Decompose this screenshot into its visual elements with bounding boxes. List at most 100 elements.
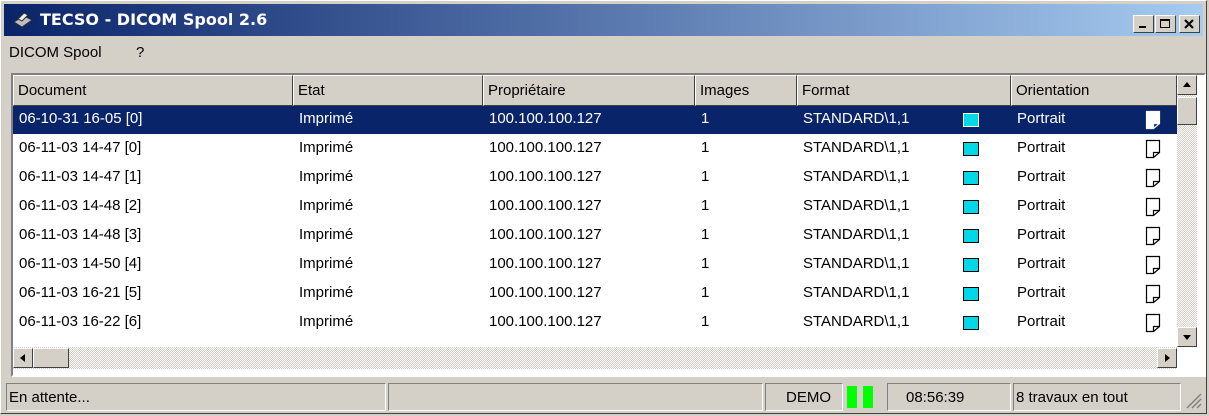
scroll-down-button[interactable] xyxy=(1177,327,1197,347)
cell-orientation: Portrait xyxy=(1017,255,1066,272)
cell-proprietaire: 100.100.100.127 xyxy=(489,226,602,243)
menu-help[interactable]: ? xyxy=(136,44,144,61)
format-color-swatch xyxy=(963,113,979,127)
cell-document: 06-11-03 14-50 [4] xyxy=(19,255,142,272)
scroll-left-button[interactable] xyxy=(13,348,33,368)
cell-orientation: Portrait xyxy=(1017,197,1066,214)
cell-format: STANDARD\1,1 xyxy=(803,255,910,272)
cell-etat: Imprimé xyxy=(299,139,354,156)
table-row[interactable]: 06-11-03 14-48 [2] Imprimé 100.100.100.127… xyxy=(13,193,1177,221)
title-bar[interactable]: TECSO - DICOM Spool 2.6 xyxy=(4,4,1203,36)
portrait-page-icon xyxy=(1145,197,1161,217)
cell-format: STANDARD\1,1 xyxy=(803,226,910,243)
status-mode: DEMO xyxy=(765,383,843,411)
cell-images: 1 xyxy=(701,313,710,330)
cell-document: 06-11-03 14-48 [2] xyxy=(19,197,142,214)
status-time: 08:56:39 xyxy=(887,383,1011,411)
cell-format: STANDARD\1,1 xyxy=(803,284,910,301)
format-color-swatch xyxy=(963,171,979,185)
minimize-button[interactable] xyxy=(1133,15,1154,33)
cell-orientation: Portrait xyxy=(1017,226,1066,243)
cell-proprietaire: 100.100.100.127 xyxy=(489,139,602,156)
menu-dicom-spool[interactable]: DICOM Spool xyxy=(9,44,102,61)
table-row[interactable]: 06-11-03 14-47 [1] Imprimé 100.100.100.127… xyxy=(13,164,1177,192)
cell-format: STANDARD\1,1 xyxy=(803,197,910,214)
cell-proprietaire: 100.100.100.127 xyxy=(489,284,602,301)
status-empty-panel xyxy=(388,383,763,411)
portrait-page-icon xyxy=(1145,110,1161,130)
close-button[interactable] xyxy=(1179,15,1200,33)
format-color-swatch xyxy=(963,229,979,243)
cell-images: 1 xyxy=(701,139,710,156)
cell-etat: Imprimé xyxy=(299,226,354,243)
cell-images: 1 xyxy=(701,284,710,301)
portrait-page-icon xyxy=(1145,284,1161,304)
format-color-swatch xyxy=(963,316,979,330)
portrait-page-icon xyxy=(1145,139,1161,159)
table-row[interactable]: 06-10-31 16-05 [0] Imprimé 100.100.100.127… xyxy=(13,106,1177,134)
cell-document: 06-11-03 16-22 [6] xyxy=(19,313,142,330)
vertical-scrollbar[interactable] xyxy=(1177,75,1197,347)
column-header-images[interactable]: Images xyxy=(695,75,797,106)
portrait-page-icon xyxy=(1145,313,1161,333)
column-header-etat[interactable]: Etat xyxy=(293,75,483,106)
table-row[interactable]: 06-11-03 14-48 [3] Imprimé 100.100.100.127… xyxy=(13,222,1177,250)
status-message: En attente... xyxy=(6,383,386,411)
cell-proprietaire: 100.100.100.127 xyxy=(489,168,602,185)
maximize-button[interactable] xyxy=(1155,15,1176,33)
list-header: Document Etat Propriétaire Images Format… xyxy=(13,75,1177,106)
portrait-page-icon xyxy=(1145,168,1161,188)
cell-document: 06-11-03 14-48 [3] xyxy=(19,226,142,243)
format-color-swatch xyxy=(963,142,979,156)
cell-document: 06-10-31 16-05 [0] xyxy=(19,110,143,127)
table-row[interactable]: 06-11-03 16-21 [5] Imprimé 100.100.100.127… xyxy=(13,280,1177,308)
vertical-scroll-thumb[interactable] xyxy=(1177,97,1197,125)
column-header-orientation[interactable]: Orientation xyxy=(1011,75,1177,106)
column-header-format[interactable]: Format xyxy=(797,75,1011,106)
scroll-right-button[interactable] xyxy=(1157,348,1177,368)
table-row[interactable]: 06-11-03 14-47 [0] Imprimé 100.100.100.127… xyxy=(13,135,1177,163)
cell-orientation: Portrait xyxy=(1017,313,1066,330)
cell-document: 06-11-03 16-21 [5] xyxy=(19,284,142,301)
cell-proprietaire: 100.100.100.127 xyxy=(489,313,602,330)
cell-format: STANDARD\1,1 xyxy=(803,139,910,156)
status-indicator xyxy=(845,383,885,411)
cell-images: 1 xyxy=(701,255,710,272)
main-window: TECSO - DICOM Spool 2.6 DICOM Spool ? Do… xyxy=(0,0,1207,414)
status-led-left xyxy=(847,386,857,408)
horizontal-scroll-thumb[interactable] xyxy=(33,348,69,368)
cell-format: STANDARD\1,1 xyxy=(803,313,910,330)
printer-app-icon xyxy=(13,12,33,29)
status-led-right xyxy=(863,386,873,408)
cell-format: STANDARD\1,1 xyxy=(803,168,910,185)
portrait-page-icon xyxy=(1145,226,1161,246)
window-title: TECSO - DICOM Spool 2.6 xyxy=(40,10,268,29)
table-row[interactable]: 06-11-03 16-22 [6] Imprimé 100.100.100.127… xyxy=(13,309,1177,337)
cell-images: 1 xyxy=(701,110,710,127)
cell-orientation: Portrait xyxy=(1017,110,1066,127)
horizontal-scrollbar[interactable] xyxy=(13,347,1177,369)
cell-etat: Imprimé xyxy=(299,110,354,127)
cell-etat: Imprimé xyxy=(299,255,354,272)
cell-images: 1 xyxy=(701,168,710,185)
cell-images: 1 xyxy=(701,226,710,243)
scroll-up-button[interactable] xyxy=(1177,75,1197,95)
format-color-swatch xyxy=(963,258,979,272)
format-color-swatch xyxy=(963,287,979,301)
column-header-document[interactable]: Document xyxy=(13,75,293,106)
format-color-swatch xyxy=(963,200,979,214)
cell-format: STANDARD\1,1 xyxy=(803,110,910,127)
cell-orientation: Portrait xyxy=(1017,284,1066,301)
cell-proprietaire: 100.100.100.127 xyxy=(489,255,602,272)
table-row[interactable]: 06-11-03 14-50 [4] Imprimé 100.100.100.127… xyxy=(13,251,1177,279)
resize-grip-icon[interactable] xyxy=(1184,391,1202,409)
column-header-proprietaire[interactable]: Propriétaire xyxy=(483,75,695,106)
jobs-list[interactable]: Document Etat Propriétaire Images Format… xyxy=(11,73,1206,377)
status-bar: En attente... DEMO 08:56:39 8 travaux en… xyxy=(4,383,1204,411)
cell-etat: Imprimé xyxy=(299,284,354,301)
portrait-page-icon xyxy=(1145,255,1161,275)
cell-etat: Imprimé xyxy=(299,168,354,185)
cell-etat: Imprimé xyxy=(299,313,354,330)
cell-proprietaire: 100.100.100.127 xyxy=(489,197,602,214)
status-total: 8 travaux en tout xyxy=(1013,383,1181,411)
